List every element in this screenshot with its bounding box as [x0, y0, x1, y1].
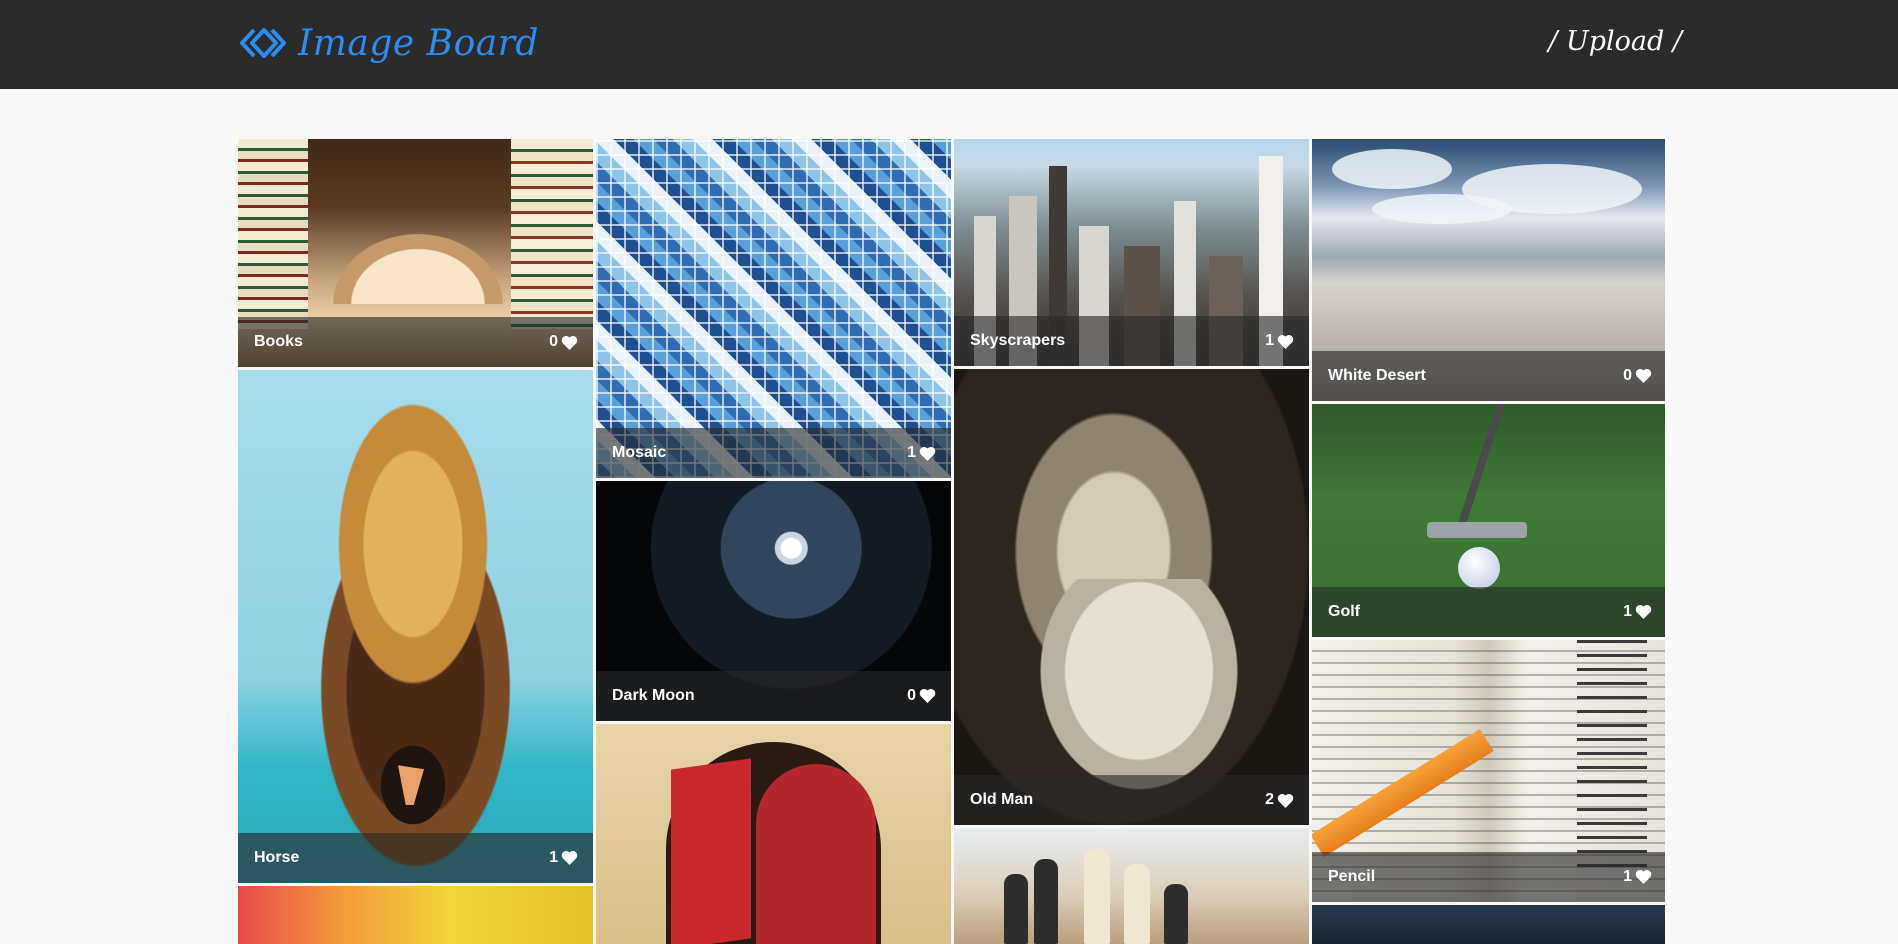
image-card-white-desert[interactable]: White Desert 0	[1312, 139, 1665, 401]
like-button[interactable]: 0	[1623, 367, 1652, 385]
image-caption: Old Man 2	[954, 775, 1309, 826]
heart-icon	[919, 446, 936, 461]
image-card-mosaic[interactable]: Mosaic 1	[596, 139, 951, 479]
image-caption: Pencil 1	[1312, 851, 1665, 902]
image-title: Books	[254, 333, 303, 351]
grid-column: Mosaic 1 Dark Moon 0	[596, 139, 951, 944]
image-card-chess[interactable]	[954, 828, 1309, 944]
image-card-dark-moon[interactable]: Dark Moon 0	[596, 481, 951, 721]
like-count: 0	[1623, 366, 1632, 384]
like-count: 0	[907, 686, 916, 704]
heart-icon	[1635, 605, 1652, 620]
heart-icon	[1635, 869, 1652, 884]
image-card-old-man[interactable]: Old Man 2	[954, 369, 1309, 826]
image-caption: Skyscrapers 1	[954, 316, 1309, 367]
like-count: 1	[1265, 332, 1274, 350]
like-count: 1	[1623, 602, 1632, 620]
like-button[interactable]: 1	[907, 444, 936, 462]
image-title: Old Man	[970, 791, 1034, 809]
image-card-partial[interactable]	[238, 885, 593, 944]
like-button[interactable]: 0	[907, 687, 936, 705]
image-partial	[238, 885, 593, 944]
image-card-books[interactable]: Books 0	[238, 139, 593, 368]
image-card-skyscrapers[interactable]: Skyscrapers 1	[954, 139, 1309, 367]
like-button[interactable]: 1	[1265, 332, 1294, 350]
heart-icon	[561, 335, 578, 350]
heart-icon	[919, 689, 936, 704]
like-button[interactable]: 1	[1623, 603, 1652, 621]
like-count: 2	[1265, 791, 1274, 809]
image-card-horse[interactable]: Horse 1	[238, 370, 593, 883]
upload-link[interactable]: / Upload /	[1548, 26, 1682, 57]
image-title: Skyscrapers	[970, 332, 1066, 350]
image-card-partial[interactable]	[1312, 904, 1665, 944]
image-card-golf[interactable]: Golf 1	[1312, 403, 1665, 637]
heart-icon	[1277, 793, 1294, 808]
image-card-pencil[interactable]: Pencil 1	[1312, 639, 1665, 902]
image-chess	[954, 828, 1309, 944]
top-navbar: Image Board / Upload /	[0, 0, 1898, 89]
grid-column: Skyscrapers 1 Old Man 2	[954, 139, 1309, 944]
image-title: Dark Moon	[612, 686, 695, 704]
heart-icon	[1277, 334, 1294, 349]
heart-icon	[561, 851, 578, 866]
image-title: Mosaic	[612, 444, 667, 462]
image-title: White Desert	[1328, 366, 1426, 384]
like-button[interactable]: 1	[549, 849, 578, 867]
like-button[interactable]: 2	[1265, 791, 1294, 809]
like-count: 1	[1623, 867, 1632, 885]
grid-column: White Desert 0 Golf 1 Pencil 1	[1312, 139, 1665, 944]
heart-icon	[1635, 369, 1652, 384]
like-count: 1	[549, 848, 558, 866]
like-button[interactable]: 0	[549, 333, 578, 351]
image-grid: Books 0 Horse 1 Mosaic 1 Dark Moon 0 Sky…	[238, 139, 1665, 944]
like-count: 0	[549, 333, 558, 351]
brand-title: Image Board	[298, 22, 539, 64]
image-caption: Mosaic 1	[596, 428, 951, 479]
image-horse	[238, 370, 593, 883]
image-old-man	[954, 369, 1309, 826]
image-card-door[interactable]	[596, 723, 951, 944]
brand-link[interactable]: Image Board	[240, 18, 539, 68]
image-caption: Dark Moon 0	[596, 670, 951, 721]
image-caption: Books 0	[238, 317, 593, 368]
image-caption: Golf 1	[1312, 586, 1665, 637]
image-title: Pencil	[1328, 867, 1376, 885]
image-title: Golf	[1328, 602, 1360, 620]
image-caption: Horse 1	[238, 832, 593, 883]
like-button[interactable]: 1	[1623, 868, 1652, 886]
grid-column: Books 0 Horse 1	[238, 139, 593, 944]
image-caption: White Desert 0	[1312, 350, 1665, 401]
diamond-logo-icon	[240, 28, 286, 58]
image-door	[596, 723, 951, 944]
image-title: Horse	[254, 848, 300, 866]
image-partial	[1312, 904, 1665, 944]
like-count: 1	[907, 444, 916, 462]
